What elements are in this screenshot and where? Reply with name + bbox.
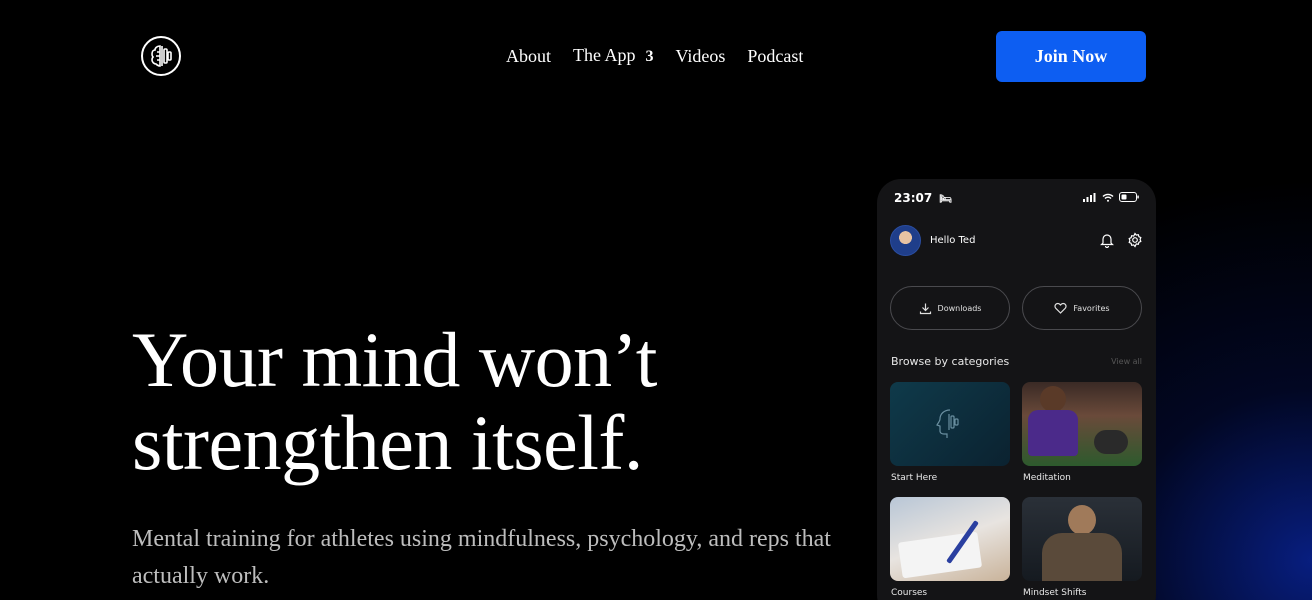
brain-head-icon: [936, 409, 959, 438]
header-icons: [1099, 232, 1143, 248]
downloads-button[interactable]: Downloads: [890, 286, 1010, 330]
favorites-label: Favorites: [1073, 303, 1110, 313]
downloads-label: Downloads: [937, 303, 982, 313]
status-time-text: 23:07: [894, 191, 933, 205]
category-card-start-here[interactable]: [890, 382, 1010, 466]
mindset-photo-head: [1068, 505, 1096, 535]
category-card-mindset-shifts[interactable]: [1022, 497, 1142, 581]
nav-the-app-label: The App: [573, 45, 636, 65]
nav-videos[interactable]: Videos: [676, 44, 726, 68]
brain-logo-icon[interactable]: [141, 36, 181, 76]
hero-headline: Your mind won’t strengthen itself.: [132, 316, 657, 486]
avatar[interactable]: [890, 225, 921, 256]
nav-podcast-label: Podcast: [747, 46, 804, 66]
gear-icon[interactable]: [1127, 232, 1143, 248]
nav-about-label: About: [506, 46, 551, 66]
main-nav: About The App 3 Videos Podcast: [506, 44, 825, 68]
bell-icon[interactable]: [1099, 232, 1115, 248]
signal-icon: [1083, 192, 1096, 202]
heart-icon: [1054, 302, 1068, 314]
favorites-button[interactable]: Favorites: [1022, 286, 1142, 330]
status-icons: [1083, 192, 1139, 202]
view-all-link[interactable]: View all: [1111, 357, 1142, 366]
nav-the-app[interactable]: The App 3: [573, 43, 654, 69]
status-time: 23:07 🛏︎: [894, 191, 952, 205]
battery-icon: [1119, 192, 1139, 202]
category-label-mindset-shifts: Mindset Shifts: [1023, 588, 1087, 598]
category-card-courses[interactable]: [890, 497, 1010, 581]
wifi-icon: [1102, 193, 1114, 202]
category-card-meditation[interactable]: [1022, 382, 1142, 466]
category-label-courses: Courses: [891, 588, 928, 598]
mindset-photo-body: [1042, 533, 1122, 581]
hero-subtext: Mental training for athletes using mindf…: [132, 526, 831, 589]
nav-podcast[interactable]: Podcast: [747, 44, 803, 68]
courses-photo-notebook: [897, 531, 983, 579]
nav-the-app-badge: 3: [645, 48, 654, 65]
app-phone-mockup: 23:07 🛏︎ Hello Ted Downloads Favorites B…: [877, 179, 1156, 600]
category-label-start-here: Start Here: [891, 473, 938, 483]
meditation-photo-helmet: [1094, 430, 1128, 454]
meditation-photo-body: [1028, 410, 1078, 456]
category-label-meditation: Meditation: [1023, 473, 1071, 483]
greeting: Hello Ted: [930, 235, 976, 246]
nav-about[interactable]: About: [506, 44, 551, 68]
nav-videos-label: Videos: [675, 46, 726, 66]
download-icon: [919, 303, 931, 314]
meditation-photo: [1040, 386, 1066, 412]
join-now-button[interactable]: Join Now: [996, 31, 1146, 82]
browse-heading: Browse by categories: [891, 355, 1010, 368]
bed-icon: 🛏︎: [939, 194, 953, 205]
